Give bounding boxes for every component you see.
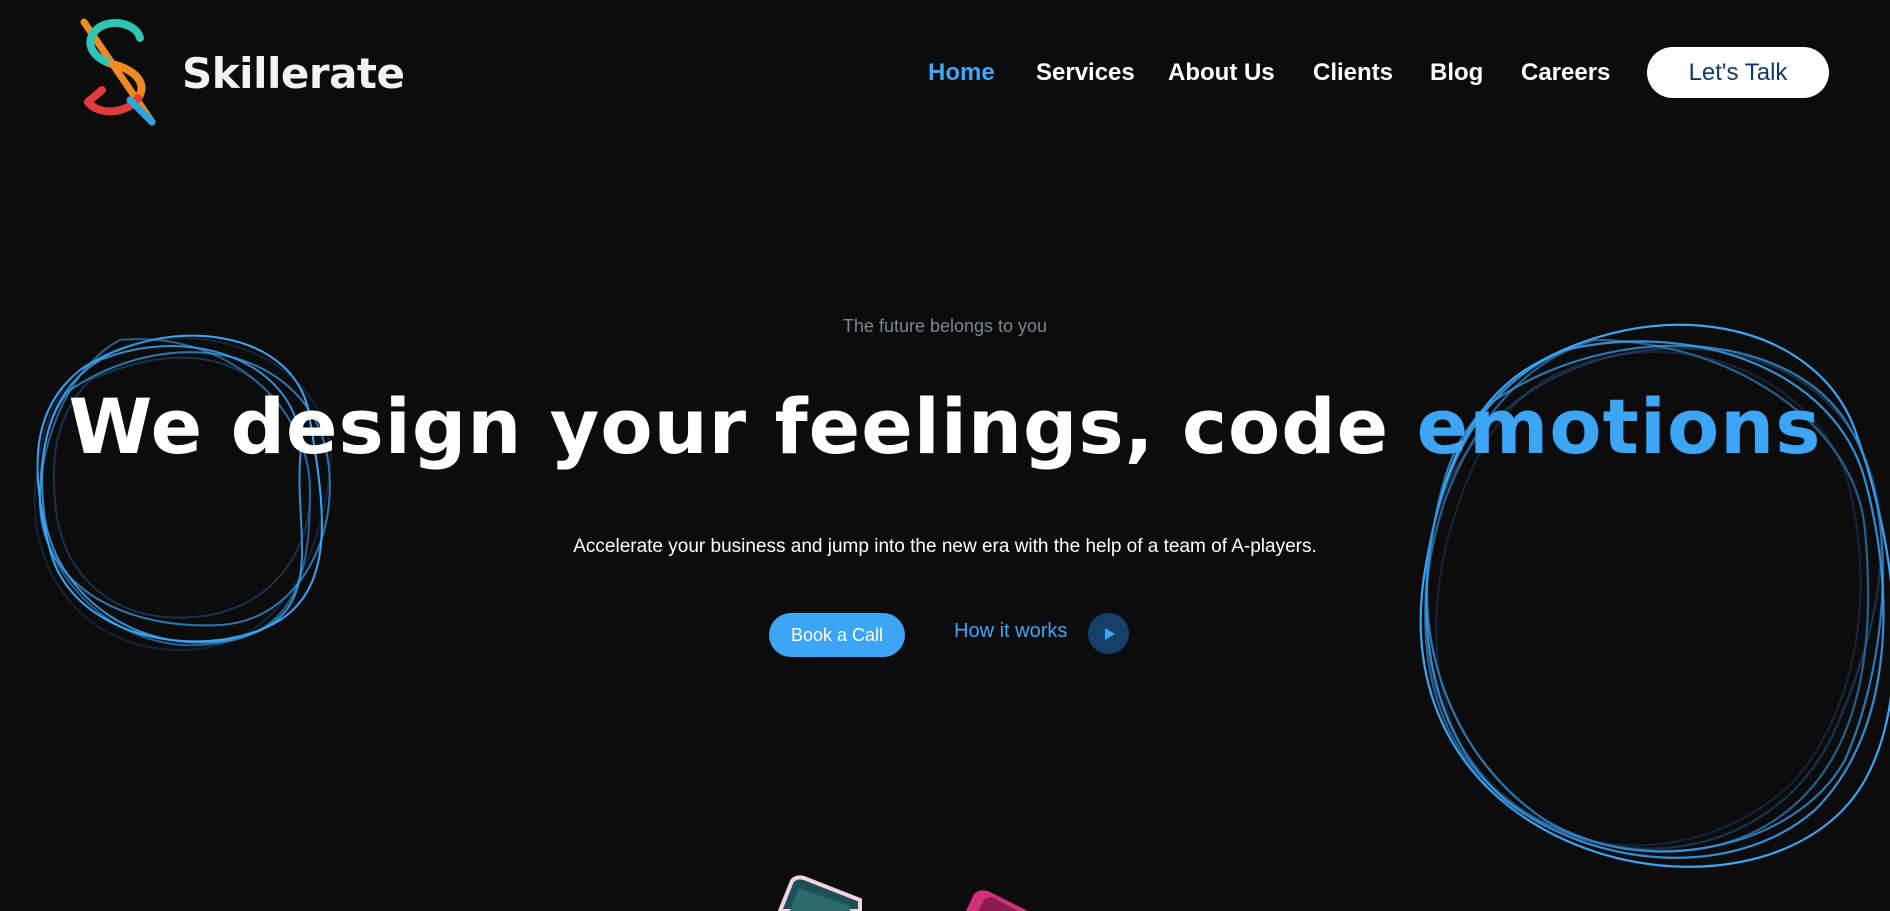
- brand-name: Skillerate: [182, 48, 405, 98]
- hero-eyebrow: The future belongs to you: [842, 316, 1048, 336]
- play-icon: [1104, 627, 1115, 640]
- illustration-preview: [777, 875, 1028, 911]
- hero-headline-accent: emotions: [1416, 382, 1822, 471]
- book-a-call-button[interactable]: Book a Call: [769, 613, 905, 657]
- play-button[interactable]: [1088, 613, 1129, 654]
- nav-item-blog[interactable]: Blog: [1430, 59, 1483, 87]
- nav-item-home[interactable]: Home: [928, 59, 995, 87]
- page: Skillerate Home Services About Us Client…: [0, 0, 1890, 911]
- nav-item-clients[interactable]: Clients: [1313, 59, 1393, 87]
- hero-subtitle: Accelerate your business and jump into t…: [573, 536, 1317, 557]
- nav-item-services[interactable]: Services: [1036, 59, 1135, 87]
- lets-talk-button[interactable]: Let's Talk: [1647, 47, 1829, 98]
- hero-headline: We design your feelings, code emotions: [0, 382, 1890, 472]
- how-it-works-link[interactable]: How it works: [954, 620, 1067, 643]
- nav-item-careers[interactable]: Careers: [1521, 59, 1610, 87]
- hero-headline-main: We design your feelings, code: [68, 382, 1417, 471]
- logo-mark-icon: [80, 18, 156, 126]
- brand-logo[interactable]: Skillerate: [78, 18, 405, 128]
- nav-item-about-us[interactable]: About Us: [1168, 59, 1275, 87]
- swirl-left-decoration: [33, 334, 332, 652]
